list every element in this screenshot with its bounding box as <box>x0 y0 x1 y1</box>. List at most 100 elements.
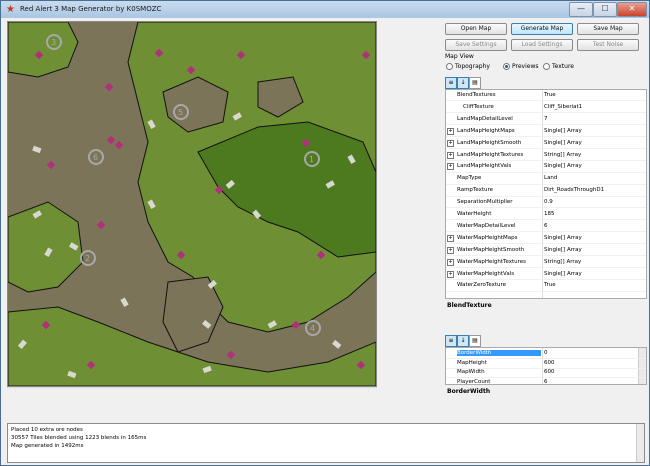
property-row[interactable]: MapType Land <box>446 174 646 185</box>
expand-icon[interactable]: + <box>447 270 454 278</box>
property-name: BorderWidth <box>457 350 541 356</box>
property-name: CliffTexture <box>463 103 494 110</box>
property-grid-toolbar: ≡ ↓ ▤ <box>445 77 485 89</box>
topography-radio[interactable]: Topography <box>446 63 490 70</box>
topography-radio-label: Topography <box>455 63 490 70</box>
expand-icon[interactable]: + <box>447 258 454 266</box>
property-name: WaterZeroTexture <box>457 282 507 289</box>
property-value[interactable]: Single[] Array <box>544 140 582 146</box>
property-value[interactable]: 0 <box>544 350 548 356</box>
log-scrollbar[interactable] <box>636 424 644 462</box>
property-value[interactable]: 600 <box>544 360 555 366</box>
player-start-label: 4 <box>310 324 315 333</box>
expand-icon[interactable]: + <box>447 163 454 171</box>
property-name: WaterMapDetailLevel <box>457 222 516 229</box>
log-line: 30557 Tiles blended using 1223 blends in… <box>11 435 147 441</box>
map-preview[interactable]: 3 5 6 1 2 4 <box>7 21 377 387</box>
property-value[interactable]: Cliff_Siberiat1 <box>544 104 582 110</box>
property-row[interactable]: LandMapDetailLevel 7 <box>446 115 646 126</box>
property-row[interactable]: WaterMapDetailLevel 6 <box>446 222 646 233</box>
property-value[interactable]: String[] Array <box>544 152 581 158</box>
property-grid-2[interactable]: BorderWidth 0 MapHeight 600 MapWidth 600 Playe… <box>445 347 647 385</box>
property-value[interactable]: 185 <box>544 211 555 217</box>
property-value[interactable]: 6 <box>544 379 548 385</box>
property-pages-icon[interactable]: ▤ <box>469 335 481 347</box>
radio-icon <box>446 63 453 70</box>
property-value[interactable]: Single[] Array <box>544 235 582 241</box>
property-value[interactable]: True <box>544 92 556 98</box>
generate-map-button[interactable]: Generate Map <box>511 23 573 35</box>
maximize-button[interactable]: ☐ <box>593 2 617 17</box>
property-grid[interactable]: BlendTextures True CliffTexture Cliff_Siber… <box>445 89 647 299</box>
property-row[interactable]: + WaterMapHeightTextures String[] Array <box>446 258 646 268</box>
property-value[interactable]: 6 <box>544 223 548 229</box>
map-canvas: 3 5 6 1 2 4 <box>8 22 376 386</box>
player-start-label: 3 <box>51 38 56 47</box>
player-start-label: 1 <box>309 155 314 164</box>
property-row[interactable]: + LandMapHeightVals Single[] Array <box>446 162 646 173</box>
categorized-icon[interactable]: ≡ <box>445 335 457 347</box>
property-row[interactable]: WaterHeight 185 <box>446 210 646 221</box>
property-row[interactable]: BlendTextures True <box>446 91 646 102</box>
expand-icon[interactable]: + <box>447 234 454 242</box>
property-grid-toolbar-2: ≡ ↓ ▤ <box>445 335 485 347</box>
property-name: MapType <box>457 175 482 182</box>
radio-icon <box>543 63 550 70</box>
property-name: LandMapDetailLevel <box>457 115 513 122</box>
main-window: ★ Red Alert 3 Map Generator by K0SMOZC —… <box>0 0 650 466</box>
property-value[interactable]: Single[] Array <box>544 247 582 253</box>
expand-icon[interactable]: + <box>447 151 454 159</box>
property-row[interactable]: + LandMapHeightSmooth Single[] Array <box>446 139 646 149</box>
property-value[interactable]: 600 <box>544 369 555 375</box>
property-row[interactable]: + WaterMapHeightVals Single[] Array <box>446 270 646 280</box>
log-output[interactable]: Placed 10 extra ore nodes 30557 Tiles bl… <box>7 423 645 463</box>
property-name: LandMapHeightTextures <box>457 151 524 158</box>
expand-icon[interactable]: + <box>447 139 454 147</box>
load-settings-button[interactable]: Load Settings <box>511 39 573 51</box>
property-value[interactable]: Single[] Array <box>544 163 582 169</box>
property-value[interactable]: True <box>544 282 556 288</box>
open-map-button[interactable]: Open Map <box>445 23 507 35</box>
expand-icon[interactable]: + <box>447 246 454 254</box>
texture-radio[interactable]: Texture <box>543 63 574 70</box>
radio-checked-icon <box>503 63 510 70</box>
save-map-button[interactable]: Save Map <box>577 23 639 35</box>
property-row[interactable]: + WaterMapHeightMaps Single[] Array <box>446 234 646 245</box>
previews-radio[interactable]: Previews <box>503 63 538 70</box>
property-row[interactable]: RampTexture Dirt_RoadsThroughD1 <box>446 186 646 197</box>
property-row[interactable]: PlayerCount 6 <box>446 378 646 385</box>
property-name: WaterMapHeightSmooth <box>457 246 525 253</box>
categorized-icon[interactable]: ≡ <box>445 77 457 89</box>
property-row[interactable]: + LandMapHeightMaps Single[] Array <box>446 127 646 138</box>
save-settings-button[interactable]: Save Settings <box>445 39 507 51</box>
window-title: Red Alert 3 Map Generator by K0SMOZC <box>20 5 162 13</box>
property-value[interactable]: Single[] Array <box>544 128 582 134</box>
property-name: MapHeight <box>457 359 487 366</box>
title-bar[interactable]: ★ Red Alert 3 Map Generator by K0SMOZC —… <box>1 1 649 18</box>
expand-icon[interactable]: + <box>447 127 454 135</box>
property-value[interactable]: Dirt_RoadsThroughD1 <box>544 187 604 193</box>
property-pages-icon[interactable]: ▤ <box>469 77 481 89</box>
property-row[interactable]: CliffTexture Cliff_Siberiat1 <box>446 103 646 114</box>
close-button[interactable]: ✕ <box>617 2 647 17</box>
property-row[interactable]: + WaterMapHeightSmooth Single[] Array <box>446 246 646 257</box>
property-description-title-2: BorderWidth <box>447 388 491 395</box>
previews-radio-label: Previews <box>512 63 539 70</box>
property-value[interactable]: Land <box>544 175 557 181</box>
property-value[interactable]: String[] Array <box>544 259 581 265</box>
alphabetical-icon[interactable]: ↓ <box>457 335 469 347</box>
test-noise-button[interactable]: Test Noise <box>577 39 639 51</box>
property-name: LandMapHeightVals <box>457 163 512 170</box>
property-row[interactable]: WaterZeroTexture True <box>446 281 646 292</box>
alphabetical-icon[interactable]: ↓ <box>457 77 469 89</box>
property-name: WaterMapHeightTextures <box>457 258 527 265</box>
property-row[interactable]: + LandMapHeightTextures String[] Array <box>446 151 646 161</box>
minimize-button[interactable]: — <box>569 2 593 17</box>
property-name: WaterMapHeightVals <box>457 270 515 277</box>
property-value[interactable]: Single[] Array <box>544 271 582 277</box>
texture-radio-label: Texture <box>552 63 574 70</box>
property-value[interactable]: 7 <box>544 116 548 122</box>
property-value[interactable]: 0.9 <box>544 199 553 205</box>
property-name: WaterHeight <box>457 211 492 217</box>
property-row[interactable]: SeparationMultiplier 0.9 <box>446 198 646 209</box>
